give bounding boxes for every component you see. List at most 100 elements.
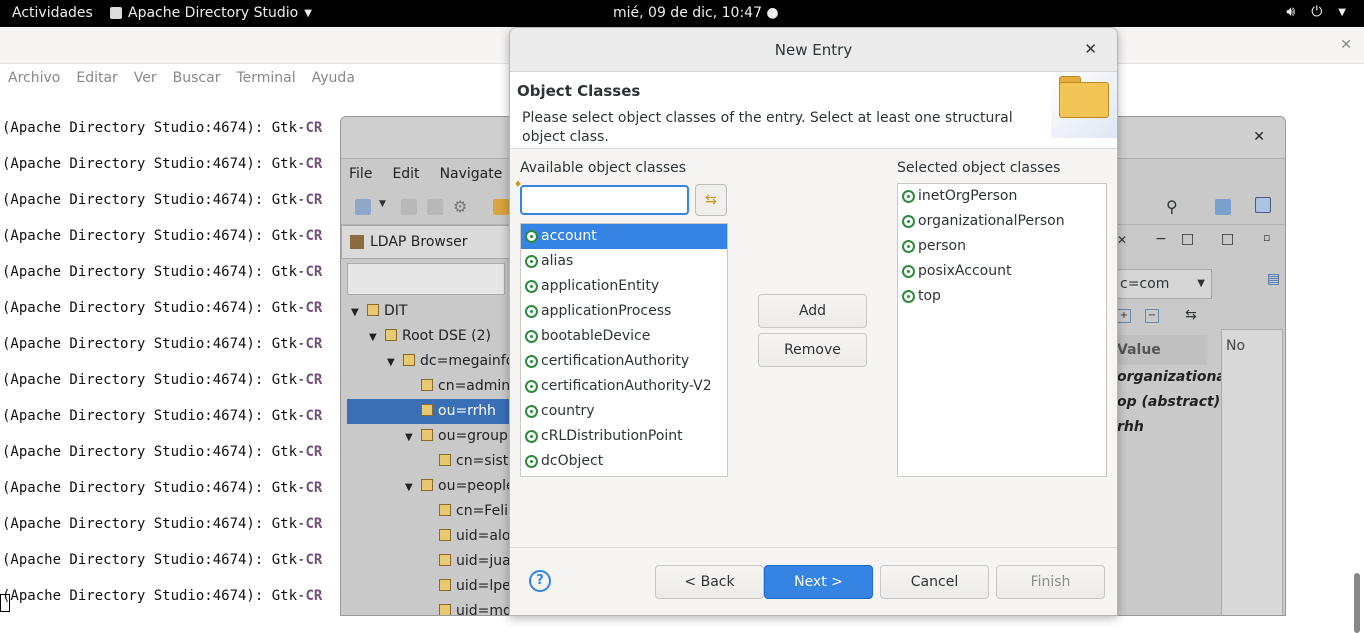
object-class-item[interactable]: bootableDevice [521,324,727,349]
ads-menu-item[interactable]: Navigate [440,166,503,182]
tree-node[interactable]: ▼ dc=megainfo2 [347,349,523,375]
new-icon[interactable] [355,199,371,215]
available-classes-list[interactable]: account alias applicationEntity application… [520,223,728,477]
object-class-icon [525,430,538,443]
expand-arrow-icon[interactable]: ▼ [351,300,365,325]
close-icon[interactable]: ✕ [1117,233,1127,247]
object-class-item[interactable]: inetOrgPerson [898,184,1106,209]
terminal-scrollbar[interactable] [1354,573,1360,633]
back-button[interactable]: < Back [655,565,764,599]
tree-node-label: dc=megainfo2 [420,353,524,369]
browser-filter-field[interactable] [347,263,505,295]
dn-field[interactable]: c=com ▼ [1117,269,1212,299]
ads-menu-item[interactable]: Edit [392,166,419,182]
terminal-menu-item[interactable]: Ver [134,70,157,86]
object-class-icon [525,355,538,368]
save-icon[interactable] [401,199,417,215]
remove-button[interactable]: Remove [758,333,867,367]
object-class-item[interactable]: alias [521,249,727,274]
outline-pane: No [1221,329,1283,615]
collapse-all-icon[interactable]: − [1145,309,1159,323]
terminal-menu-item[interactable]: Buscar [173,70,221,86]
expand-arrow-icon[interactable]: ▼ [387,350,401,375]
tree-node[interactable]: cn=admin [347,374,517,399]
expand-arrow-icon[interactable]: ▼ [405,425,419,450]
object-class-item[interactable]: dcObject [521,449,727,474]
terminal-menu-item[interactable]: Ayuda [312,70,355,86]
tree-node[interactable]: ▼ DIT [347,299,517,324]
attribute-value[interactable]: op (abstract) [1117,390,1231,415]
expand-arrow-icon[interactable]: ▼ [369,325,383,350]
filter-options-button[interactable]: ⇆ [695,184,727,216]
activities-button[interactable]: Actividades [12,5,93,21]
app-icon [110,7,122,19]
entry-icon [439,579,451,591]
cancel-button[interactable]: Cancel [880,565,989,599]
sort-icon[interactable]: ⇆ [1185,307,1197,323]
tree-node[interactable]: uid=juar [347,549,517,574]
terminal-menu-item[interactable]: Terminal [236,70,295,86]
finish-button[interactable]: Finish [996,565,1105,599]
add-button[interactable]: Add [758,294,867,328]
power-icon: ⏻ [1311,4,1323,20]
entry-editor-pane: ✕ − □ □ ▫ c=com ▼ + − ⇆ ▤ Value organiza… [1117,225,1285,615]
panel-icon[interactable]: ▤ [1267,271,1280,287]
tree-node[interactable]: ▼ ou=people [347,474,517,499]
object-class-item[interactable]: organizationalPerson [898,209,1106,234]
close-icon[interactable]: ✕ [1253,129,1265,145]
restore-icon[interactable]: ▫ [1263,231,1270,244]
object-class-item[interactable]: top [898,284,1106,309]
tree-node[interactable]: uid=lper [347,574,517,599]
maximize-icon[interactable]: □ [1181,231,1194,247]
entry-icon [439,529,451,541]
tab-ldap-browser[interactable]: LDAP Browser [341,225,511,259]
next-button[interactable]: Next > [764,565,873,599]
help-button[interactable]: ? [529,570,551,592]
connect-icon[interactable] [493,199,509,215]
app-menu[interactable]: Apache Directory Studio ▼ [110,5,312,21]
maximize-icon[interactable]: □ [1221,231,1234,247]
terminal-menu-item[interactable]: Archivo [8,70,60,86]
minimize-icon[interactable]: − [1155,231,1167,247]
tree-node[interactable]: ▼ Root DSE (2) [347,324,517,349]
tree-node[interactable]: cn=siste [347,449,517,474]
expand-all-icon[interactable]: + [1117,309,1131,323]
object-class-item[interactable]: cRLDistributionPoint [521,424,727,449]
terminal-menu-item[interactable]: Editar [76,70,117,86]
object-class-item[interactable]: posixAccount [898,259,1106,284]
attribute-value[interactable]: rhh [1117,415,1231,440]
object-class-item[interactable]: applicationProcess [521,299,727,324]
chevron-down-icon[interactable]: ▼ [379,199,389,215]
object-class-item[interactable]: account [521,224,727,249]
object-class-filter-input[interactable] [520,185,689,215]
clock[interactable]: mié, 09 de dic, 10:47 ● [613,5,779,21]
expand-arrow-icon[interactable]: ▼ [405,475,419,500]
close-icon[interactable]: ✕ [1084,40,1097,58]
tree-node[interactable]: ou=rrhh [347,399,517,424]
system-status-area[interactable]: 🔊︎ ⏻ ▼ [1286,4,1346,22]
terminal-line: (Apache Directory Studio:4674): Gtk-CR [2,146,322,182]
selected-classes-list[interactable]: inetOrgPerson organizationalPerson person p… [897,183,1107,477]
tree-node[interactable]: ▼ ou=group ( [347,424,518,450]
perspective-icon[interactable] [1215,199,1231,215]
tree-node[interactable]: uid=mdc [347,599,520,615]
value-column-header[interactable]: Value [1117,335,1207,365]
search-icon[interactable]: ⚲ [1166,197,1182,216]
save-all-icon[interactable] [427,199,443,215]
object-class-label: certificationAuthority [541,353,690,369]
gear-icon[interactable]: ⚙ [453,197,469,216]
object-class-item[interactable]: applicationEntity [521,274,727,299]
close-icon[interactable]: ✕ [1340,37,1352,53]
attribute-value[interactable]: organizational [1117,365,1231,390]
tree-node[interactable]: uid=alop [347,524,519,549]
object-class-item[interactable]: person [898,234,1106,259]
object-class-label: organizationalPerson [918,213,1065,229]
entry-icon [421,379,433,391]
ads-menu-item[interactable]: File [349,166,372,182]
object-class-item[interactable]: country [521,399,727,424]
ldap-perspective-icon[interactable] [1255,197,1271,213]
tree-node[interactable]: cn=Felip [347,499,517,524]
object-class-item[interactable]: certificationAuthority [521,349,727,374]
object-class-item[interactable]: certificationAuthority-V2 [521,374,727,399]
entry-icon [403,354,415,366]
